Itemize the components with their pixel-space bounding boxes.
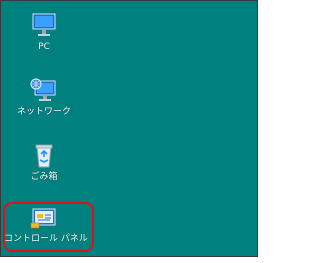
desktop-icon-label: ネットワーク: [16, 107, 71, 117]
desktop-icon-label: PC: [38, 42, 50, 52]
desktop-icon-recycle-bin[interactable]: ごみ箱: [4, 137, 84, 195]
computer-icon: [29, 13, 59, 39]
desktop-icon-pc[interactable]: PC: [4, 7, 84, 65]
desktop-icon-label: ごみ箱: [30, 172, 58, 182]
network-icon: [29, 78, 59, 104]
highlight-frame: [3, 202, 94, 252]
recycle-bin-icon: [29, 143, 59, 169]
desktop[interactable]: PC ネットワーク ごみ箱 コントロール パネル: [0, 0, 258, 257]
desktop-icon-network[interactable]: ネットワーク: [4, 72, 84, 130]
